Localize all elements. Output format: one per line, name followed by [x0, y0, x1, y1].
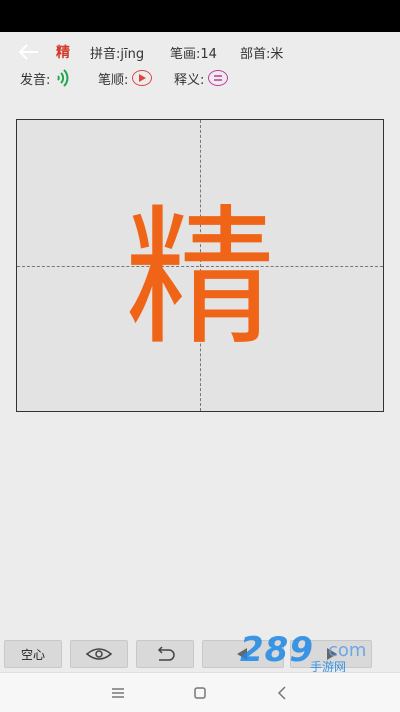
- header-row: 精 拼音:jīng 笔画:14 部首:米: [0, 40, 400, 64]
- meaning-control[interactable]: 释义:: [174, 66, 229, 90]
- definition-icon[interactable]: [208, 70, 229, 86]
- large-character: 精: [124, 192, 275, 366]
- stroke-order-label: 笔顺:: [98, 72, 129, 88]
- stroke-count: 笔画:14: [170, 46, 217, 62]
- controls-row: 发音: 笔顺: 释义:: [0, 66, 400, 90]
- character-title: 精: [56, 45, 70, 61]
- menu-icon: [112, 688, 124, 698]
- eye-icon: [85, 648, 113, 660]
- hollow-button[interactable]: 空心: [4, 640, 62, 668]
- bottom-toolbar: 空心: [0, 636, 400, 672]
- undo-icon: [157, 646, 175, 661]
- show-hide-button[interactable]: [70, 640, 128, 668]
- play-triangle: [139, 74, 147, 82]
- chevron-left-icon: [277, 686, 286, 700]
- square-icon: [194, 687, 206, 699]
- previous-button[interactable]: [202, 640, 284, 668]
- lines-glyph: [214, 75, 223, 81]
- menu-nav-button[interactable]: [108, 683, 128, 703]
- radical-info: 部首:米: [240, 46, 284, 62]
- back-button[interactable]: [16, 40, 42, 64]
- next-button[interactable]: [290, 640, 372, 668]
- character-grid: 精: [16, 119, 384, 412]
- arrow-left-icon: [237, 648, 247, 660]
- stroke-order-control[interactable]: 笔顺:: [98, 66, 153, 90]
- app: 精 拼音:jīng 笔画:14 部首:米 发音: 笔顺: 释义: 精 空心 28…: [0, 32, 400, 674]
- meaning-label: 释义:: [174, 72, 205, 88]
- undo-button[interactable]: [136, 640, 194, 668]
- pronunciation-control[interactable]: 发音:: [20, 66, 72, 90]
- arrow-left-icon: [18, 44, 38, 60]
- back-nav-button[interactable]: [272, 683, 292, 703]
- play-icon[interactable]: [132, 70, 153, 86]
- system-nav-bar: [0, 672, 400, 712]
- pronunciation-label: 发音:: [20, 72, 51, 88]
- sound-wave-icon[interactable]: [54, 69, 72, 87]
- pinyin-info: 拼音:jīng: [90, 46, 145, 62]
- status-bar: [0, 0, 400, 32]
- home-nav-button[interactable]: [190, 683, 210, 703]
- arrow-right-icon: [327, 648, 337, 660]
